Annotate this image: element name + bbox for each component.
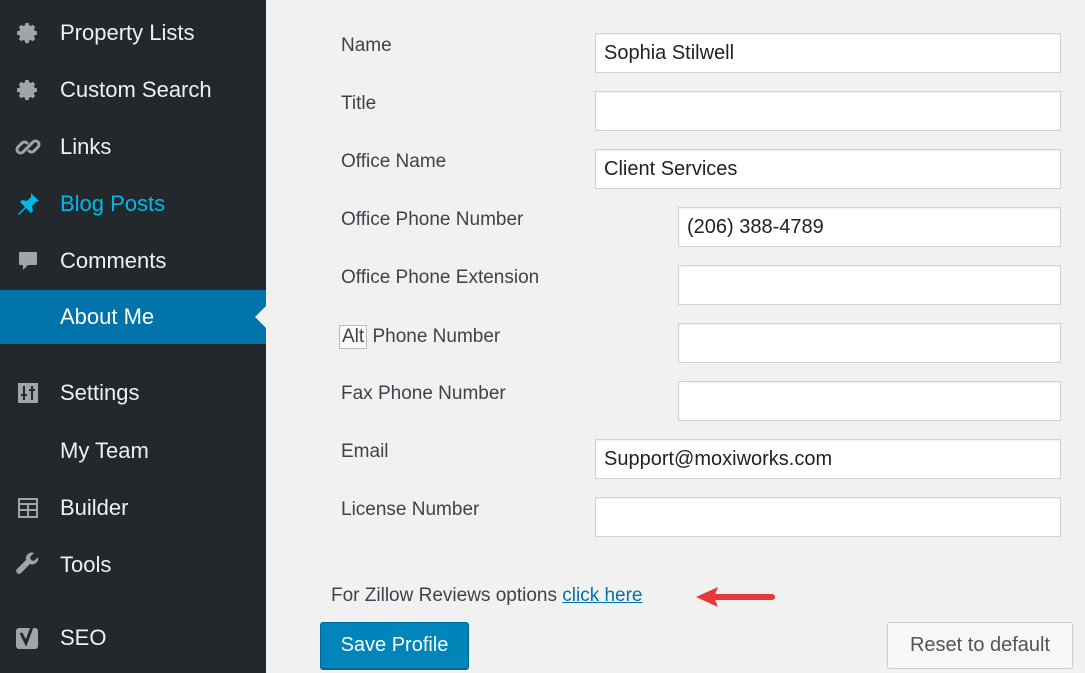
email-field[interactable] bbox=[595, 439, 1061, 479]
sidebar-item-label: Links bbox=[60, 134, 112, 159]
gear-icon bbox=[14, 76, 42, 104]
sidebar-item-label: About Me bbox=[60, 304, 155, 329]
wrench-icon bbox=[14, 551, 42, 579]
sidebar-item-settings[interactable]: Settings bbox=[0, 366, 266, 420]
field-label-fax-phone: Fax Phone Number bbox=[341, 383, 506, 404]
sidebar-item-label: Custom Search bbox=[60, 77, 212, 102]
office-name-field[interactable] bbox=[595, 149, 1061, 189]
alt-phone-label-text: Phone Number bbox=[367, 326, 501, 347]
license-number-field[interactable] bbox=[595, 497, 1061, 537]
field-label-office-name: Office Name bbox=[341, 151, 447, 172]
field-label-office-phone: Office Phone Number bbox=[341, 209, 524, 230]
sidebar-item-label: Comments bbox=[60, 248, 167, 273]
sidebar-item-tools[interactable]: Tools bbox=[0, 538, 266, 592]
sidebar-item-links[interactable]: Links bbox=[0, 120, 266, 174]
annotation-arrow-icon bbox=[696, 587, 775, 607]
sidebar-item-label: Builder bbox=[60, 495, 129, 520]
link-icon bbox=[14, 133, 42, 161]
builder-icon bbox=[14, 494, 42, 522]
sidebar-item-label: Blog Posts bbox=[60, 191, 166, 216]
zillow-reviews-note: For Zillow Reviews options click here bbox=[331, 585, 643, 607]
office-phone-field[interactable] bbox=[678, 207, 1061, 247]
zillow-text: For Zillow Reviews options bbox=[331, 585, 563, 606]
sidebar-item-my-team[interactable]: My Team bbox=[0, 424, 266, 478]
sidebar-item-builder[interactable]: Builder bbox=[0, 481, 266, 535]
alt-tooltip: Alt bbox=[339, 325, 368, 349]
admin-sidebar: Property Lists Custom Search Links Blog … bbox=[0, 0, 266, 673]
sidebar-item-label: Tools bbox=[60, 552, 112, 577]
gear-icon bbox=[14, 19, 42, 47]
sidebar-item-label: Settings bbox=[60, 380, 140, 405]
field-label-email: Email bbox=[341, 441, 389, 462]
field-label-title: Title bbox=[341, 93, 377, 114]
sidebar-item-property-lists[interactable]: Property Lists bbox=[0, 6, 266, 60]
sidebar-item-about-me[interactable]: About Me bbox=[0, 290, 266, 344]
field-label-alt-phone: Alt Phone Number bbox=[339, 325, 501, 349]
comment-icon bbox=[14, 247, 42, 275]
sidebar-item-custom-search[interactable]: Custom Search bbox=[0, 63, 266, 117]
field-label-name: Name bbox=[341, 35, 392, 56]
sidebar-item-label: Property Lists bbox=[60, 20, 195, 45]
sidebar-item-label: SEO bbox=[60, 625, 107, 650]
field-label-license-number: License Number bbox=[341, 499, 480, 520]
sidebar-item-label: My Team bbox=[60, 438, 149, 463]
reset-to-default-button[interactable]: Reset to default bbox=[887, 622, 1073, 669]
field-label-office-extension: Office Phone Extension bbox=[341, 267, 540, 288]
title-field[interactable] bbox=[595, 91, 1061, 131]
settings-icon bbox=[14, 379, 42, 407]
sidebar-item-comments[interactable]: Comments bbox=[0, 234, 266, 288]
office-extension-field[interactable] bbox=[678, 265, 1061, 305]
sidebar-item-seo[interactable]: SEO bbox=[0, 611, 266, 665]
zillow-click-here-link[interactable]: click here bbox=[562, 585, 642, 606]
yoast-icon bbox=[14, 624, 42, 652]
sidebar-item-blog-posts[interactable]: Blog Posts bbox=[0, 177, 266, 231]
save-profile-button[interactable]: Save Profile bbox=[320, 622, 469, 669]
pushpin-icon bbox=[14, 190, 42, 218]
alt-phone-field[interactable] bbox=[678, 323, 1061, 363]
fax-phone-field[interactable] bbox=[678, 381, 1061, 421]
name-field[interactable] bbox=[595, 33, 1061, 73]
